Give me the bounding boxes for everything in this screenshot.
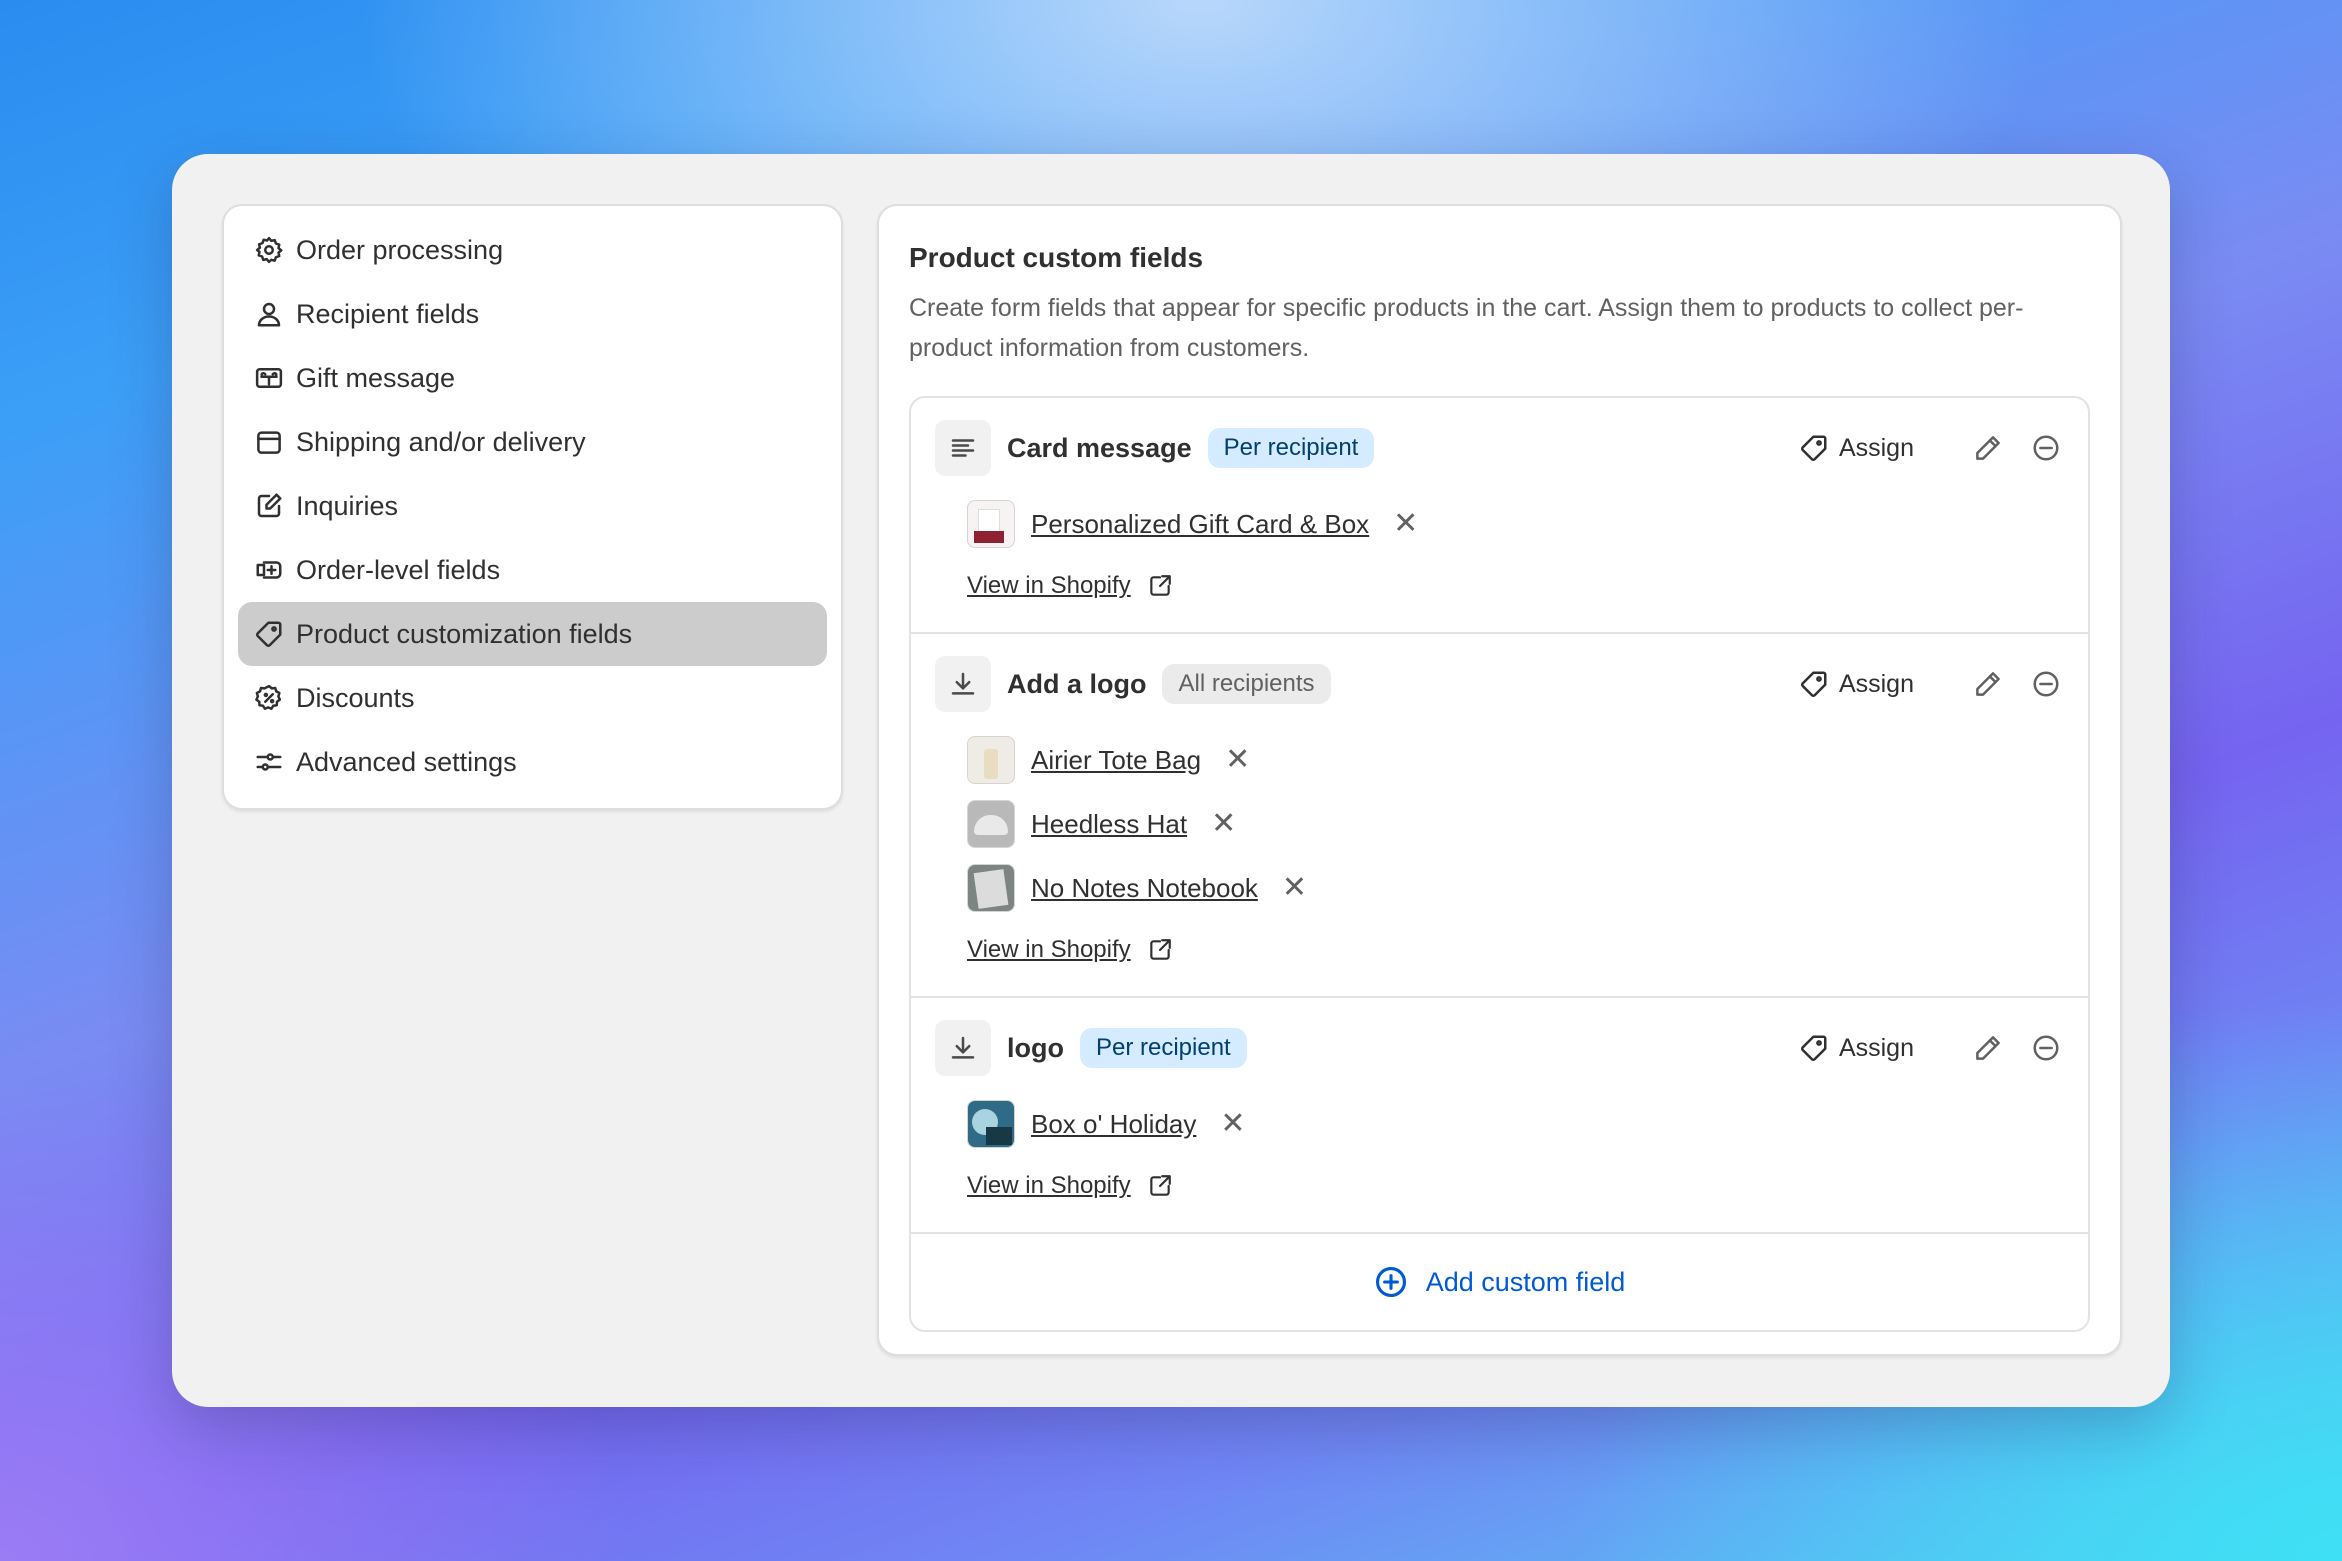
- recipient-badge: Per recipient: [1079, 1028, 1247, 1068]
- sidebar-item-label: Product customization fields: [296, 618, 633, 649]
- sidebar-item-order-level-fields[interactable]: Order-level fields: [238, 538, 827, 602]
- edit-icon: [254, 491, 284, 521]
- sidebar-item-shipping[interactable]: Shipping and/or delivery: [238, 410, 827, 474]
- field-name: Card message: [1007, 432, 1192, 463]
- sidebar-item-label: Recipient fields: [296, 298, 480, 329]
- product-link[interactable]: Airier Tote Bag: [1031, 745, 1201, 776]
- view-in-shopify-link[interactable]: View in Shopify: [967, 930, 2064, 970]
- custom-field-row: Card message Per recipient Assign Person…: [911, 398, 2088, 634]
- tag-icon: [254, 619, 284, 649]
- remove-product-icon[interactable]: ✕: [1282, 873, 1307, 903]
- assign-button[interactable]: Assign: [1799, 433, 1914, 463]
- sliders-icon: [254, 747, 284, 777]
- assign-label: Assign: [1838, 1033, 1914, 1062]
- external-link-icon: [1149, 939, 1171, 960]
- assign-label: Assign: [1838, 669, 1914, 698]
- calendar-icon: [254, 427, 284, 457]
- remove-product-icon[interactable]: ✕: [1225, 745, 1250, 775]
- sidebar-item-label: Advanced settings: [296, 746, 517, 777]
- pencil-icon: [1976, 1036, 2000, 1060]
- assigned-product: Airier Tote Bag ✕: [967, 728, 2064, 792]
- assigned-product: No Notes Notebook ✕: [967, 856, 2064, 920]
- minus-circle-icon: [2033, 671, 2059, 697]
- assign-button[interactable]: Assign: [1799, 1033, 1914, 1063]
- field-name: logo: [1007, 1032, 1064, 1063]
- remove-product-icon[interactable]: ✕: [1211, 809, 1236, 839]
- product-link[interactable]: Heedless Hat: [1031, 809, 1187, 840]
- product-custom-fields-card: Product custom fields Create form fields…: [877, 204, 2122, 1356]
- add-custom-field-button[interactable]: Add custom field: [911, 1234, 2088, 1330]
- tag-icon: [1800, 435, 1827, 462]
- product-thumbnail: [967, 800, 1015, 848]
- recipient-badge: Per recipient: [1207, 428, 1375, 468]
- product-thumbnail: [967, 1100, 1015, 1148]
- sidebar-item-recipient-fields[interactable]: Recipient fields: [238, 282, 827, 346]
- remove-product-icon[interactable]: ✕: [1220, 1109, 1245, 1139]
- edit-field-button[interactable]: [1970, 1030, 2006, 1066]
- minus-circle-icon: [2033, 435, 2059, 461]
- custom-field-row: logo Per recipient Assign Box o' Holiday…: [911, 998, 2088, 1234]
- edit-field-button[interactable]: [1970, 430, 2006, 466]
- download-icon: [935, 1020, 991, 1076]
- gift-card-icon: [254, 363, 284, 393]
- tag-icon: [1800, 1035, 1827, 1062]
- app-window: Order processing Recipient fields Gift m…: [172, 154, 2170, 1407]
- assign-label: Assign: [1838, 433, 1914, 462]
- sidebar-item-label: Order processing: [296, 234, 504, 265]
- assigned-product: Heedless Hat ✕: [967, 792, 2064, 856]
- product-thumbnail: [967, 736, 1015, 784]
- remove-field-button[interactable]: [2028, 666, 2064, 702]
- sidebar-item-order-processing[interactable]: Order processing: [238, 218, 827, 282]
- assign-button[interactable]: Assign: [1799, 669, 1914, 699]
- product-link[interactable]: No Notes Notebook: [1031, 873, 1258, 904]
- sidebar-item-gift-message[interactable]: Gift message: [238, 346, 827, 410]
- pencil-icon: [1976, 436, 2000, 460]
- person-icon: [254, 299, 284, 329]
- gear-icon: [254, 235, 284, 265]
- remove-product-icon[interactable]: ✕: [1393, 509, 1418, 539]
- cash-register-icon: [254, 555, 284, 585]
- sidebar-item-discounts[interactable]: Discounts: [238, 666, 827, 730]
- sidebar-item-label: Order-level fields: [296, 554, 501, 585]
- page-description: Create form fields that appear for speci…: [909, 294, 2024, 362]
- product-thumbnail: [967, 864, 1015, 912]
- view-in-shopify-label: View in Shopify: [967, 1172, 1131, 1199]
- external-link-icon: [1149, 1175, 1171, 1196]
- product-thumbnail: [967, 500, 1015, 548]
- sidebar-item-label: Gift message: [296, 362, 456, 393]
- product-link[interactable]: Box o' Holiday: [1031, 1109, 1196, 1140]
- custom-field-row: Add a logo All recipients Assign Airier …: [911, 634, 2088, 998]
- view-in-shopify-link[interactable]: View in Shopify: [967, 566, 2064, 606]
- text-lines-icon: [935, 420, 991, 476]
- settings-sidebar: Order processing Recipient fields Gift m…: [222, 204, 843, 810]
- remove-field-button[interactable]: [2028, 1030, 2064, 1066]
- view-in-shopify-label: View in Shopify: [967, 936, 1131, 963]
- page-title: Product custom fields: [909, 242, 1204, 273]
- remove-field-button[interactable]: [2028, 430, 2064, 466]
- recipient-badge: All recipients: [1162, 664, 1331, 704]
- external-link-icon: [1149, 575, 1171, 596]
- sidebar-item-inquiries[interactable]: Inquiries: [238, 474, 827, 538]
- sidebar-item-label: Discounts: [296, 682, 415, 713]
- view-in-shopify-label: View in Shopify: [967, 572, 1131, 599]
- sidebar-item-advanced-settings[interactable]: Advanced settings: [238, 730, 827, 794]
- minus-circle-icon: [2033, 1035, 2059, 1061]
- sidebar-item-label: Inquiries: [296, 490, 399, 521]
- download-icon: [935, 656, 991, 712]
- assigned-product: Box o' Holiday ✕: [967, 1092, 2064, 1156]
- product-link[interactable]: Personalized Gift Card & Box: [1031, 509, 1369, 540]
- view-in-shopify-link[interactable]: View in Shopify: [967, 1166, 2064, 1206]
- plus-circle-icon: [1375, 1266, 1406, 1298]
- custom-fields-list: Card message Per recipient Assign Person…: [909, 396, 2090, 1332]
- sidebar-item-label: Shipping and/or delivery: [296, 426, 586, 457]
- edit-field-button[interactable]: [1970, 666, 2006, 702]
- assigned-product: Personalized Gift Card & Box ✕: [967, 492, 2064, 556]
- tag-icon: [1800, 671, 1827, 698]
- pencil-icon: [1976, 672, 2000, 696]
- field-name: Add a logo: [1007, 668, 1147, 699]
- discount-icon: [254, 683, 284, 713]
- add-custom-field-label: Add custom field: [1425, 1266, 1626, 1297]
- sidebar-item-product-customization[interactable]: Product customization fields: [238, 602, 827, 666]
